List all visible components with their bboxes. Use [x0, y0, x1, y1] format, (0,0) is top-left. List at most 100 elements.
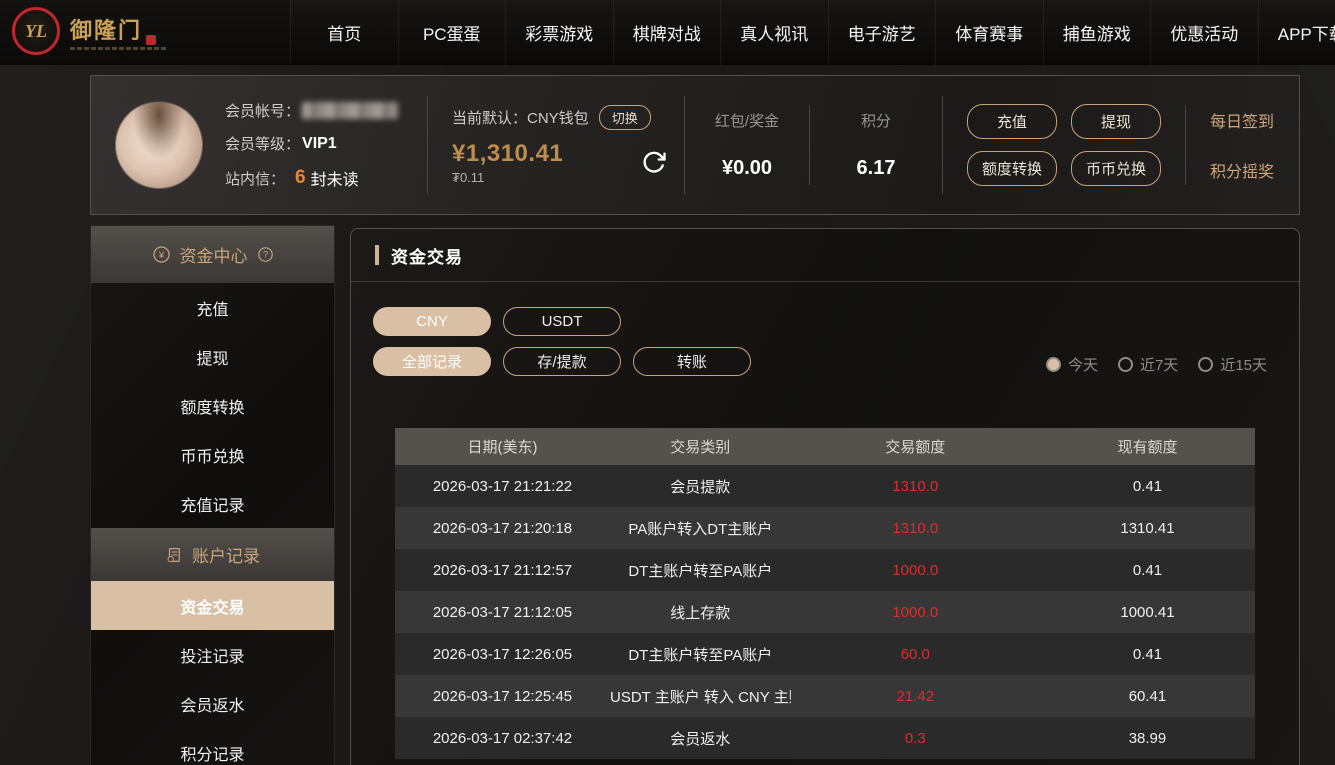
help-icon[interactable]: ?: [257, 246, 274, 263]
cell-date: 2026-03-17 21:12:57: [395, 562, 610, 579]
sidebar-item-deposit-history[interactable]: 充值记录: [91, 479, 334, 528]
cell-date: 2026-03-17 21:21:22: [395, 478, 610, 495]
cell-balance: 0.41: [1040, 646, 1255, 663]
table-header-row: 日期(美东) 交易类别 交易额度 现有额度: [395, 428, 1255, 465]
dragon-monogram-icon: YL: [12, 7, 60, 55]
logo-monogram-text: YL: [25, 21, 47, 42]
nav-item-pc-dandan[interactable]: PC蛋蛋: [398, 0, 506, 65]
inbox-row[interactable]: 站内信： 6 封未读: [225, 166, 398, 190]
title-accent-bar: [375, 245, 379, 265]
sidebar-item-quota-transfer[interactable]: 额度转换: [91, 381, 334, 430]
nav-item-lottery-games[interactable]: 彩票游戏: [505, 0, 613, 65]
funds-section-title: 资金中心: [180, 242, 248, 267]
avatar[interactable]: [115, 101, 203, 189]
cell-balance: 0.41: [1040, 478, 1255, 495]
wallet-section: 当前默认：CNY钱包 切换 ¥1,310.41 ₮0.11: [428, 105, 684, 185]
header-balance: 现有额度: [1040, 436, 1255, 457]
brand-logo[interactable]: YL 御隆门: [12, 7, 166, 55]
level-row: 会员等级： VIP1: [225, 133, 398, 154]
cell-balance: 38.99: [1040, 730, 1255, 747]
quota-transfer-button[interactable]: 额度转换: [967, 151, 1057, 186]
sidebar-item-fund-transactions[interactable]: 资金交易: [91, 581, 334, 630]
type-tab-all-records[interactable]: 全部记录: [373, 347, 491, 376]
type-tab-transfer[interactable]: 转账: [633, 347, 751, 376]
radio-icon: [1118, 357, 1133, 372]
cell-type: 会员提款: [610, 476, 791, 497]
table-row: 2026-03-17 02:37:42 会员返水 0.3 38.99: [395, 717, 1255, 759]
nav-item-board-games[interactable]: 棋牌对战: [613, 0, 721, 65]
header-date: 日期(美东): [395, 436, 610, 457]
transactions-table: 日期(美东) 交易类别 交易额度 现有额度 2026-03-17 21:21:2…: [395, 428, 1255, 759]
date-filter-15d-label: 近15天: [1220, 354, 1267, 375]
inbox-unread-suffix: 封未读: [311, 166, 359, 190]
date-filter-today[interactable]: 今天: [1046, 354, 1098, 375]
svg-text:¥: ¥: [157, 250, 164, 261]
cell-date: 2026-03-17 12:26:05: [395, 646, 610, 663]
sidebar-item-bet-history[interactable]: 投注记录: [91, 630, 334, 679]
table-row: 2026-03-17 12:26:05 DT主账户转至PA账户 60.0 0.4…: [395, 633, 1255, 675]
nav-item-home[interactable]: 首页: [290, 0, 398, 65]
date-filter-last-7-days[interactable]: 近7天: [1118, 354, 1178, 375]
bonus-value: ¥0.00: [722, 157, 772, 180]
cell-amount: 1000.0: [791, 562, 1040, 579]
fund-transactions-panel: 资金交易 CNY USDT 全部记录 存/提款 转账 今天 近7天 近15天: [350, 228, 1300, 765]
top-navigation-bar: YL 御隆门 首页 PC蛋蛋 彩票游戏 棋牌对战 真人视讯 电子游艺 体育赛事 …: [0, 0, 1335, 65]
nav-item-live-casino[interactable]: 真人视讯: [720, 0, 828, 65]
nav-item-sports[interactable]: 体育赛事: [935, 0, 1043, 65]
cell-amount: 60.0: [791, 646, 1040, 663]
table-row: 2026-03-17 21:12:57 DT主账户转至PA账户 1000.0 0…: [395, 549, 1255, 591]
inbox-label: 站内信：: [225, 168, 285, 189]
logo-tagline-bar: [70, 47, 166, 50]
radio-icon: [1198, 357, 1213, 372]
masked-account-value: [302, 102, 398, 119]
nav-item-app-download[interactable]: APP下载: [1258, 0, 1335, 65]
records-section-title: 账户记录: [192, 542, 260, 567]
daily-signin-link[interactable]: 每日签到: [1210, 108, 1274, 132]
withdraw-button[interactable]: 提现: [1071, 104, 1161, 139]
coin-swap-button[interactable]: 币币兑换: [1071, 151, 1161, 186]
date-filter-today-label: 今天: [1068, 354, 1098, 375]
cell-amount: 0.3: [791, 730, 1040, 747]
points-lottery-link[interactable]: 积分摇奖: [1210, 158, 1274, 182]
sidebar-item-points-history[interactable]: 积分记录: [91, 728, 334, 765]
refresh-balance-icon[interactable]: [640, 149, 668, 177]
table-body: 2026-03-17 21:21:22 会员提款 1310.0 0.41 202…: [395, 465, 1255, 759]
sidebar-item-coin-swap[interactable]: 币币兑换: [91, 430, 334, 479]
quick-links-section: 每日签到 积分摇奖: [1186, 108, 1298, 182]
date-filter-group: 今天 近7天 近15天: [1046, 354, 1267, 375]
nav-item-slots[interactable]: 电子游艺: [828, 0, 936, 65]
header-amount: 交易额度: [791, 436, 1040, 457]
sidebar-section-account-records[interactable]: 账户记录: [91, 528, 334, 581]
switch-wallet-button[interactable]: 切换: [599, 105, 651, 130]
level-label: 会员等级：: [225, 133, 300, 154]
cell-type: 线上存款: [610, 602, 791, 623]
date-filter-last-15-days[interactable]: 近15天: [1198, 354, 1267, 375]
page-title: 资金交易: [391, 243, 463, 268]
currency-tab-cny[interactable]: CNY: [373, 307, 491, 336]
currency-tabs: CNY USDT: [373, 307, 1277, 336]
currency-tab-usdt[interactable]: USDT: [503, 307, 621, 336]
vip-level-value: VIP1: [302, 135, 337, 153]
cell-date: 2026-03-17 12:25:45: [395, 688, 610, 705]
sidebar-item-deposit[interactable]: 充值: [91, 283, 334, 332]
type-tab-deposit-withdraw[interactable]: 存/提款: [503, 347, 621, 376]
deposit-button[interactable]: 充值: [967, 104, 1057, 139]
header-type: 交易类别: [610, 436, 791, 457]
logo-wordmark: 御隆门: [70, 13, 166, 50]
svg-text:?: ?: [262, 250, 267, 260]
sidebar: ¥ 资金中心 ? 充值 提现 额度转换 币币兑换 充值记录 账户记录 资金交易 …: [90, 225, 335, 765]
logo-seal: [146, 35, 156, 45]
panel-title-bar: 资金交易: [351, 229, 1299, 282]
table-row: 2026-03-17 21:21:22 会员提款 1310.0 0.41: [395, 465, 1255, 507]
profile-section: 会员帐号： 会员等级： VIP1 站内信： 6 封未读: [91, 100, 427, 190]
cell-balance: 60.41: [1040, 688, 1255, 705]
cell-balance: 0.41: [1040, 562, 1255, 579]
sidebar-item-member-rebate[interactable]: 会员返水: [91, 679, 334, 728]
radio-selected-icon: [1046, 357, 1061, 372]
sidebar-item-withdraw[interactable]: 提现: [91, 332, 334, 381]
nav-item-fishing[interactable]: 捕鱼游戏: [1043, 0, 1151, 65]
logo-brand-name: 御隆门: [70, 13, 142, 45]
cell-amount: 1310.0: [791, 478, 1040, 495]
sidebar-section-funds-center[interactable]: ¥ 资金中心 ?: [91, 226, 334, 283]
nav-item-promotions[interactable]: 优惠活动: [1150, 0, 1258, 65]
